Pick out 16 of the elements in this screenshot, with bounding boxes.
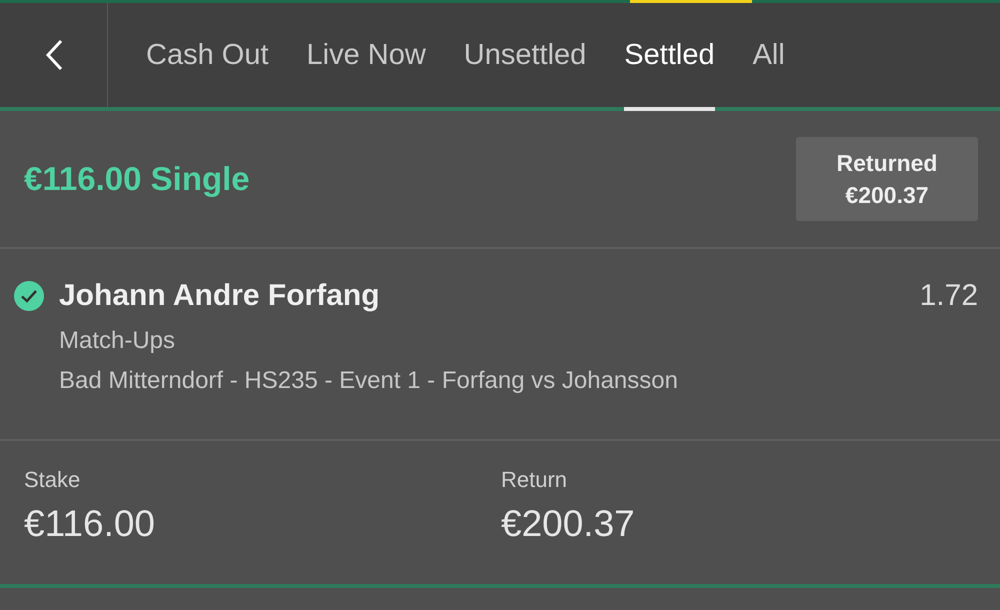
- summary-value: €200.37: [501, 503, 636, 545]
- summary-label: Stake: [24, 467, 82, 493]
- tab[interactable]: Cash Out: [127, 3, 288, 107]
- market-name: Match-Ups: [59, 327, 176, 355]
- tab[interactable]: Unsettled: [444, 3, 606, 107]
- summary-label: Return: [501, 467, 568, 493]
- odds: 1.72: [920, 279, 978, 313]
- event-name: Bad Mitterndorf - HS235 - Event 1 - Forfang vs Johansson: [59, 367, 679, 395]
- tab[interactable]: Live Now: [288, 3, 445, 107]
- selection-name: Johann Andre Forfang: [59, 279, 381, 313]
- back-icon: [44, 39, 62, 71]
- returned-label: Returned: [836, 149, 938, 178]
- bet-title: €116.00 Single: [24, 160, 250, 198]
- tab[interactable]: All: [734, 3, 804, 107]
- summary-value: €116.00: [24, 503, 156, 545]
- returned-value: €200.37: [845, 181, 929, 210]
